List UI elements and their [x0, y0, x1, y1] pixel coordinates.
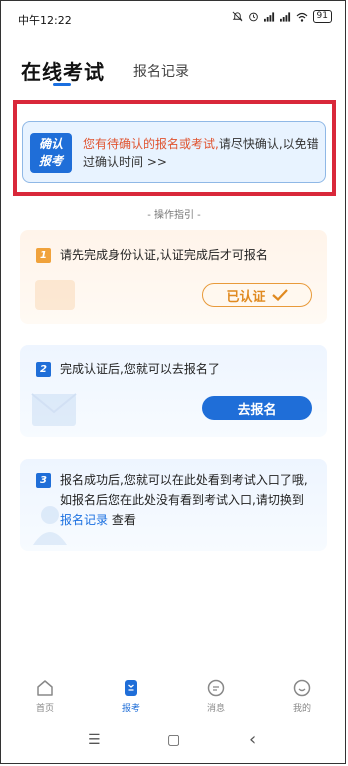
step-card-1: 1 请先完成身份认证,认证完成后才可报名 已认证: [20, 230, 327, 324]
exam-icon: [125, 680, 137, 696]
status-bar: 中午12:22 91: [0, 0, 348, 44]
home-icon: [37, 680, 53, 696]
step-text-3: 报名成功后,您就可以在此处看到考试入口了哦,如报名后您在此处没有看到考试入口,请…: [60, 470, 316, 530]
system-nav-bar: ☰ ▢ ‹: [0, 729, 348, 756]
alarm-icon: [248, 12, 258, 22]
notice-highlight: 您有待确认的报名或考试,: [83, 137, 219, 151]
register-button[interactable]: 去报名: [202, 396, 312, 420]
step-text-1: 请先完成身份认证,认证完成后才可报名: [60, 248, 268, 262]
decor-envelope-icon: [31, 393, 77, 426]
nav-exam[interactable]: 报考: [106, 678, 156, 714]
badge-line1: 确认: [38, 137, 63, 151]
battery-icon: 91: [312, 10, 332, 23]
step-number-3: 3: [36, 473, 51, 488]
pending-confirmation-banner[interactable]: 确认 报考 您有待确认的报名或考试,请尽快确认,以免错过确认时间 >>: [22, 121, 326, 183]
guide-title: - 操作指引 -: [147, 210, 201, 221]
step-text-2: 完成认证后,您就可以去报名了: [60, 362, 220, 376]
wifi-icon: [296, 12, 307, 22]
step-card-2: 2 完成认证后,您就可以去报名了 去报名: [20, 345, 327, 437]
step-card-3: 3 报名成功后,您就可以在此处看到考试入口了哦,如报名后您在此处没有看到考试入口…: [20, 459, 327, 551]
menu-icon[interactable]: ☰: [88, 732, 101, 748]
nav-profile-label: 我的: [292, 704, 311, 714]
step-number-2: 2: [36, 362, 51, 377]
bottom-nav: 首页 报考 消息 我的: [0, 672, 348, 722]
status-icons: 91: [232, 10, 332, 23]
step-number-1: 1: [36, 248, 51, 263]
nav-message-label: 消息: [206, 704, 225, 714]
mute-icon: [232, 11, 242, 22]
verified-label: 已认证: [226, 289, 266, 305]
decor-icon: [35, 280, 75, 310]
confirm-badge-icon: 确认 报考: [30, 133, 72, 173]
tab-registration-record[interactable]: 报名记录: [133, 61, 189, 81]
nav-exam-label: 报考: [121, 704, 140, 714]
signal-icon: [279, 11, 290, 22]
registration-record-link[interactable]: 报名记录: [60, 513, 108, 527]
active-tab-indicator: [53, 83, 71, 86]
notice-text: 您有待确认的报名或考试,请尽快确认,以免错过确认时间 >>: [83, 135, 319, 171]
signal-icon: [263, 11, 274, 22]
nav-profile[interactable]: 我的: [277, 678, 327, 714]
profile-icon: [293, 679, 311, 697]
message-icon: [207, 679, 225, 697]
step-text-3-main: 报名成功后,您就可以在此处看到考试入口了哦,如报名后您在此处没有看到考试入口,请…: [60, 473, 308, 507]
nav-message[interactable]: 消息: [191, 678, 241, 714]
status-time: 中午12:22: [18, 14, 72, 27]
step-text-3-end: 查看: [111, 513, 136, 527]
checkmark-icon: [271, 289, 288, 301]
badge-line2: 报考: [38, 154, 63, 168]
tab-online-exam[interactable]: 在线考试: [21, 56, 105, 85]
verified-button[interactable]: 已认证: [202, 283, 312, 307]
nav-home[interactable]: 首页: [20, 678, 70, 714]
back-icon[interactable]: ‹: [249, 729, 256, 750]
home-button-icon[interactable]: ▢: [167, 732, 180, 748]
nav-home-label: 首页: [35, 704, 54, 714]
